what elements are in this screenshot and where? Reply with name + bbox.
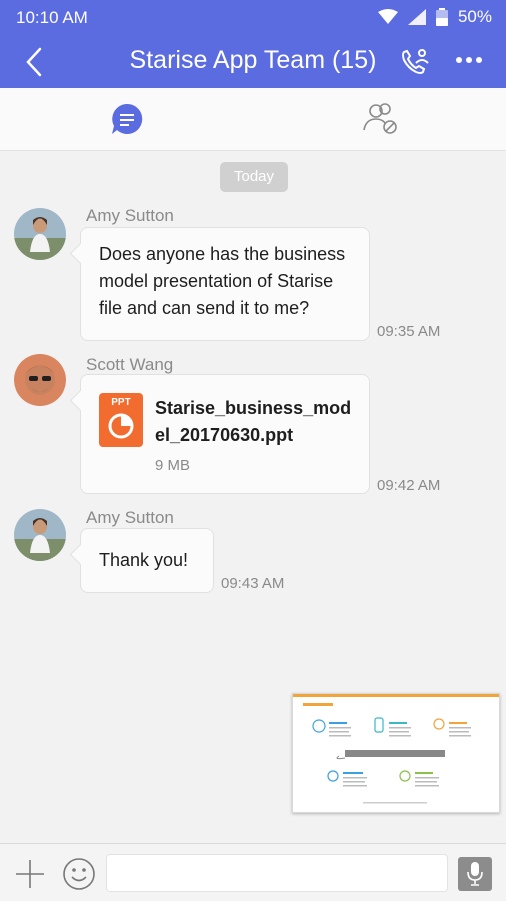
message-time: 09:35 AM <box>377 323 441 340</box>
members-settings-icon[interactable] <box>362 102 400 136</box>
date-divider: Today <box>220 162 288 192</box>
sender-name: Amy Sutton <box>86 206 174 225</box>
message-time: 09:43 AM <box>221 575 285 592</box>
chat-bubble-icon[interactable] <box>110 102 144 136</box>
message-input[interactable] <box>106 854 448 892</box>
emoji-icon[interactable] <box>62 857 96 891</box>
sender-name: Scott Wang <box>86 355 174 374</box>
message-text: Thank you! <box>99 550 189 570</box>
wifi-icon <box>377 9 398 24</box>
signal-icon <box>407 9 426 25</box>
chat-tabs <box>0 88 506 151</box>
avatar-scott-wang[interactable] <box>14 354 66 406</box>
battery-icon <box>435 8 448 26</box>
message-time: 09:42 AM <box>377 477 441 494</box>
battery-level: 50% <box>457 7 492 26</box>
microphone-icon <box>467 862 483 886</box>
status-bar: 10:10 AM 50% <box>0 0 506 36</box>
message-text: Does anyone has the business model prese… <box>99 244 346 318</box>
pie-chart-icon <box>108 413 134 439</box>
ppt-file-icon: PPT <box>99 393 143 447</box>
message-bubble[interactable]: Thank you! <box>80 528 214 593</box>
avatar-amy-sutton[interactable] <box>14 208 66 260</box>
message-bubble[interactable]: Does anyone has the business model prese… <box>80 227 370 341</box>
file-size: 9 MB <box>155 457 191 474</box>
status-time: 10:10 AM <box>16 8 88 27</box>
more-options-icon[interactable] <box>456 56 482 64</box>
file-name[interactable]: Starise_business_model_20170630.ppt <box>155 395 355 449</box>
add-call-icon[interactable] <box>398 44 432 78</box>
plus-icon[interactable] <box>14 858 46 890</box>
status-icons: 50% <box>377 7 492 27</box>
sender-name: Amy Sutton <box>86 508 174 527</box>
avatar-amy-sutton[interactable] <box>14 509 66 561</box>
message-input-bar <box>0 843 506 901</box>
file-message-bubble[interactable]: PPT Starise_business_model_20170630.ppt … <box>80 374 370 494</box>
file-preview-thumbnail[interactable] <box>292 693 500 813</box>
app-bar: Starise App Team (15) <box>0 36 506 88</box>
voice-input-button[interactable] <box>458 857 492 891</box>
file-extension: PPT <box>111 397 131 408</box>
